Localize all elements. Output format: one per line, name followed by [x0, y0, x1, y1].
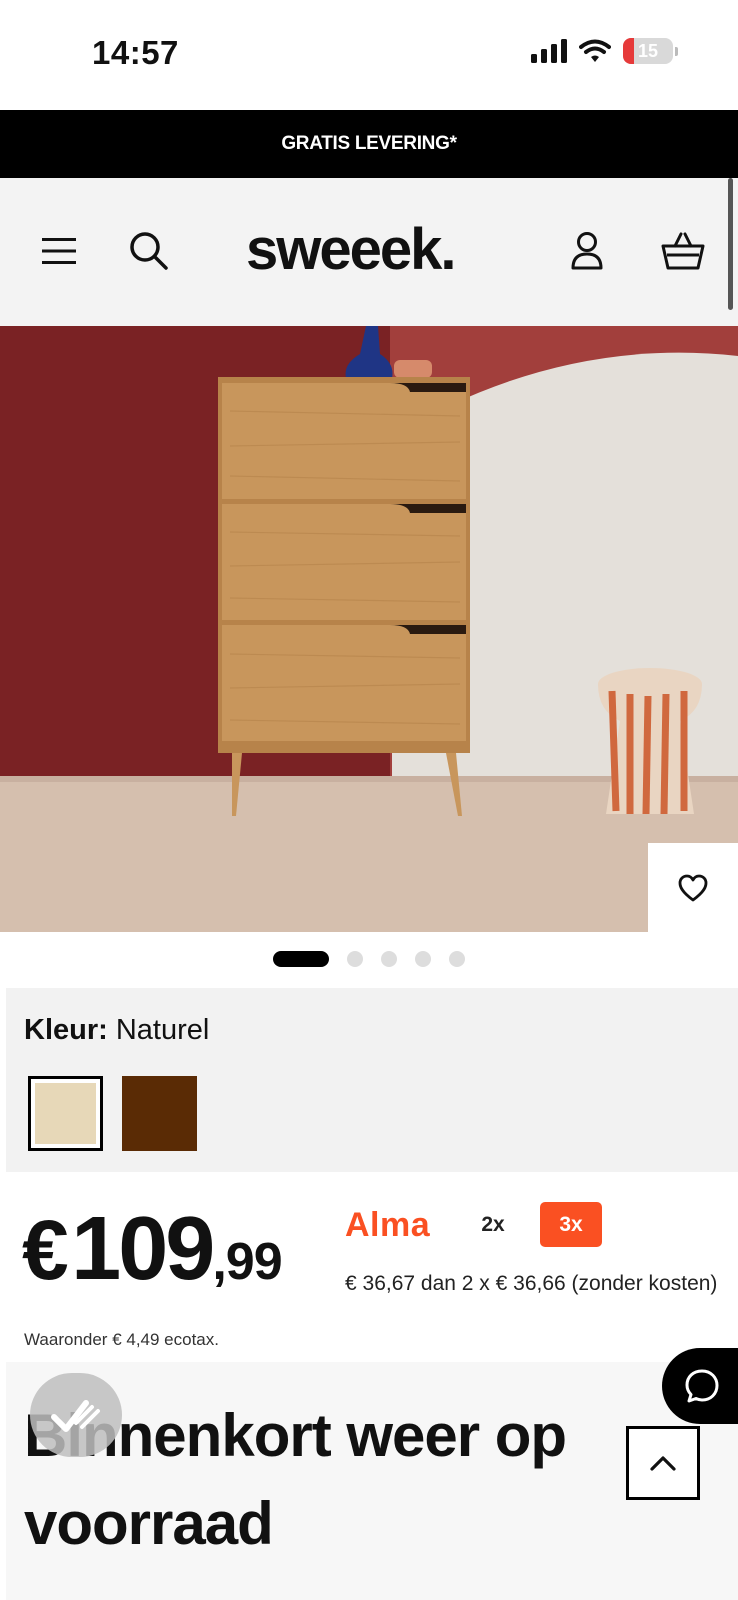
alma-option-3x[interactable]: 3x: [540, 1202, 602, 1247]
stock-title: Binnenkort weer op voorraad: [24, 1402, 567, 1557]
promo-text: GRATIS LEVERING*: [281, 133, 457, 154]
carousel-dot-2[interactable]: [347, 951, 363, 967]
alma-installment-info: € 36,67 dan 2 x € 36,66 (zonder kosten): [345, 1272, 718, 1295]
swatch-brown[interactable]: [122, 1076, 197, 1151]
carousel-dot-1[interactable]: [273, 951, 329, 967]
brand-logo[interactable]: sweeek.: [246, 216, 457, 283]
chevron-up-icon: [650, 1456, 676, 1471]
battery-indicator: 15: [623, 38, 673, 64]
search-icon[interactable]: [126, 228, 172, 274]
promo-banner[interactable]: GRATIS LEVERING*: [0, 110, 738, 178]
signal-icon: [531, 39, 567, 63]
carousel-dot-5[interactable]: [449, 951, 465, 967]
color-label: Kleur:: [24, 1014, 108, 1046]
user-icon[interactable]: [564, 228, 610, 274]
wifi-icon: [579, 39, 611, 62]
color-label-row: Kleur: Naturel: [24, 1014, 209, 1047]
price-main: 109: [71, 1199, 215, 1299]
battery-level: 15: [637, 40, 659, 61]
alma-logo: Alma: [345, 1206, 431, 1244]
price-currency: €: [22, 1203, 69, 1297]
status-indicators: 15: [531, 38, 678, 64]
basket-icon[interactable]: [660, 228, 706, 274]
product-price: € 109,99: [22, 1198, 283, 1301]
site-header: sweeek.: [0, 178, 738, 326]
ecotax-note: Waaronder € 4,49 ecotax.: [24, 1330, 219, 1349]
color-value: Naturel: [115, 1014, 210, 1046]
check-mark-icon: [51, 1400, 100, 1432]
color-selector: Kleur: Naturel: [6, 988, 738, 1172]
alma-option-2x[interactable]: 2x: [462, 1202, 524, 1247]
chat-bubble-icon: [685, 1369, 719, 1403]
product-image[interactable]: [0, 326, 738, 932]
chat-button[interactable]: [662, 1348, 738, 1424]
favorite-button[interactable]: [648, 843, 738, 932]
back-to-top-button[interactable]: [626, 1426, 700, 1500]
price-cents: ,99: [212, 1233, 282, 1291]
verified-badge-button[interactable]: [30, 1373, 122, 1457]
hamburger-icon[interactable]: [36, 228, 82, 274]
swatch-naturel[interactable]: [28, 1076, 103, 1151]
carousel-dot-3[interactable]: [381, 951, 397, 967]
status-time: 14:57: [92, 34, 179, 71]
heart-icon: [678, 874, 708, 901]
image-carousel-dots: [0, 950, 738, 968]
carousel-dot-4[interactable]: [415, 951, 431, 967]
status-bar: 14:57 15: [0, 0, 738, 110]
page-scrollbar[interactable]: [728, 178, 733, 310]
